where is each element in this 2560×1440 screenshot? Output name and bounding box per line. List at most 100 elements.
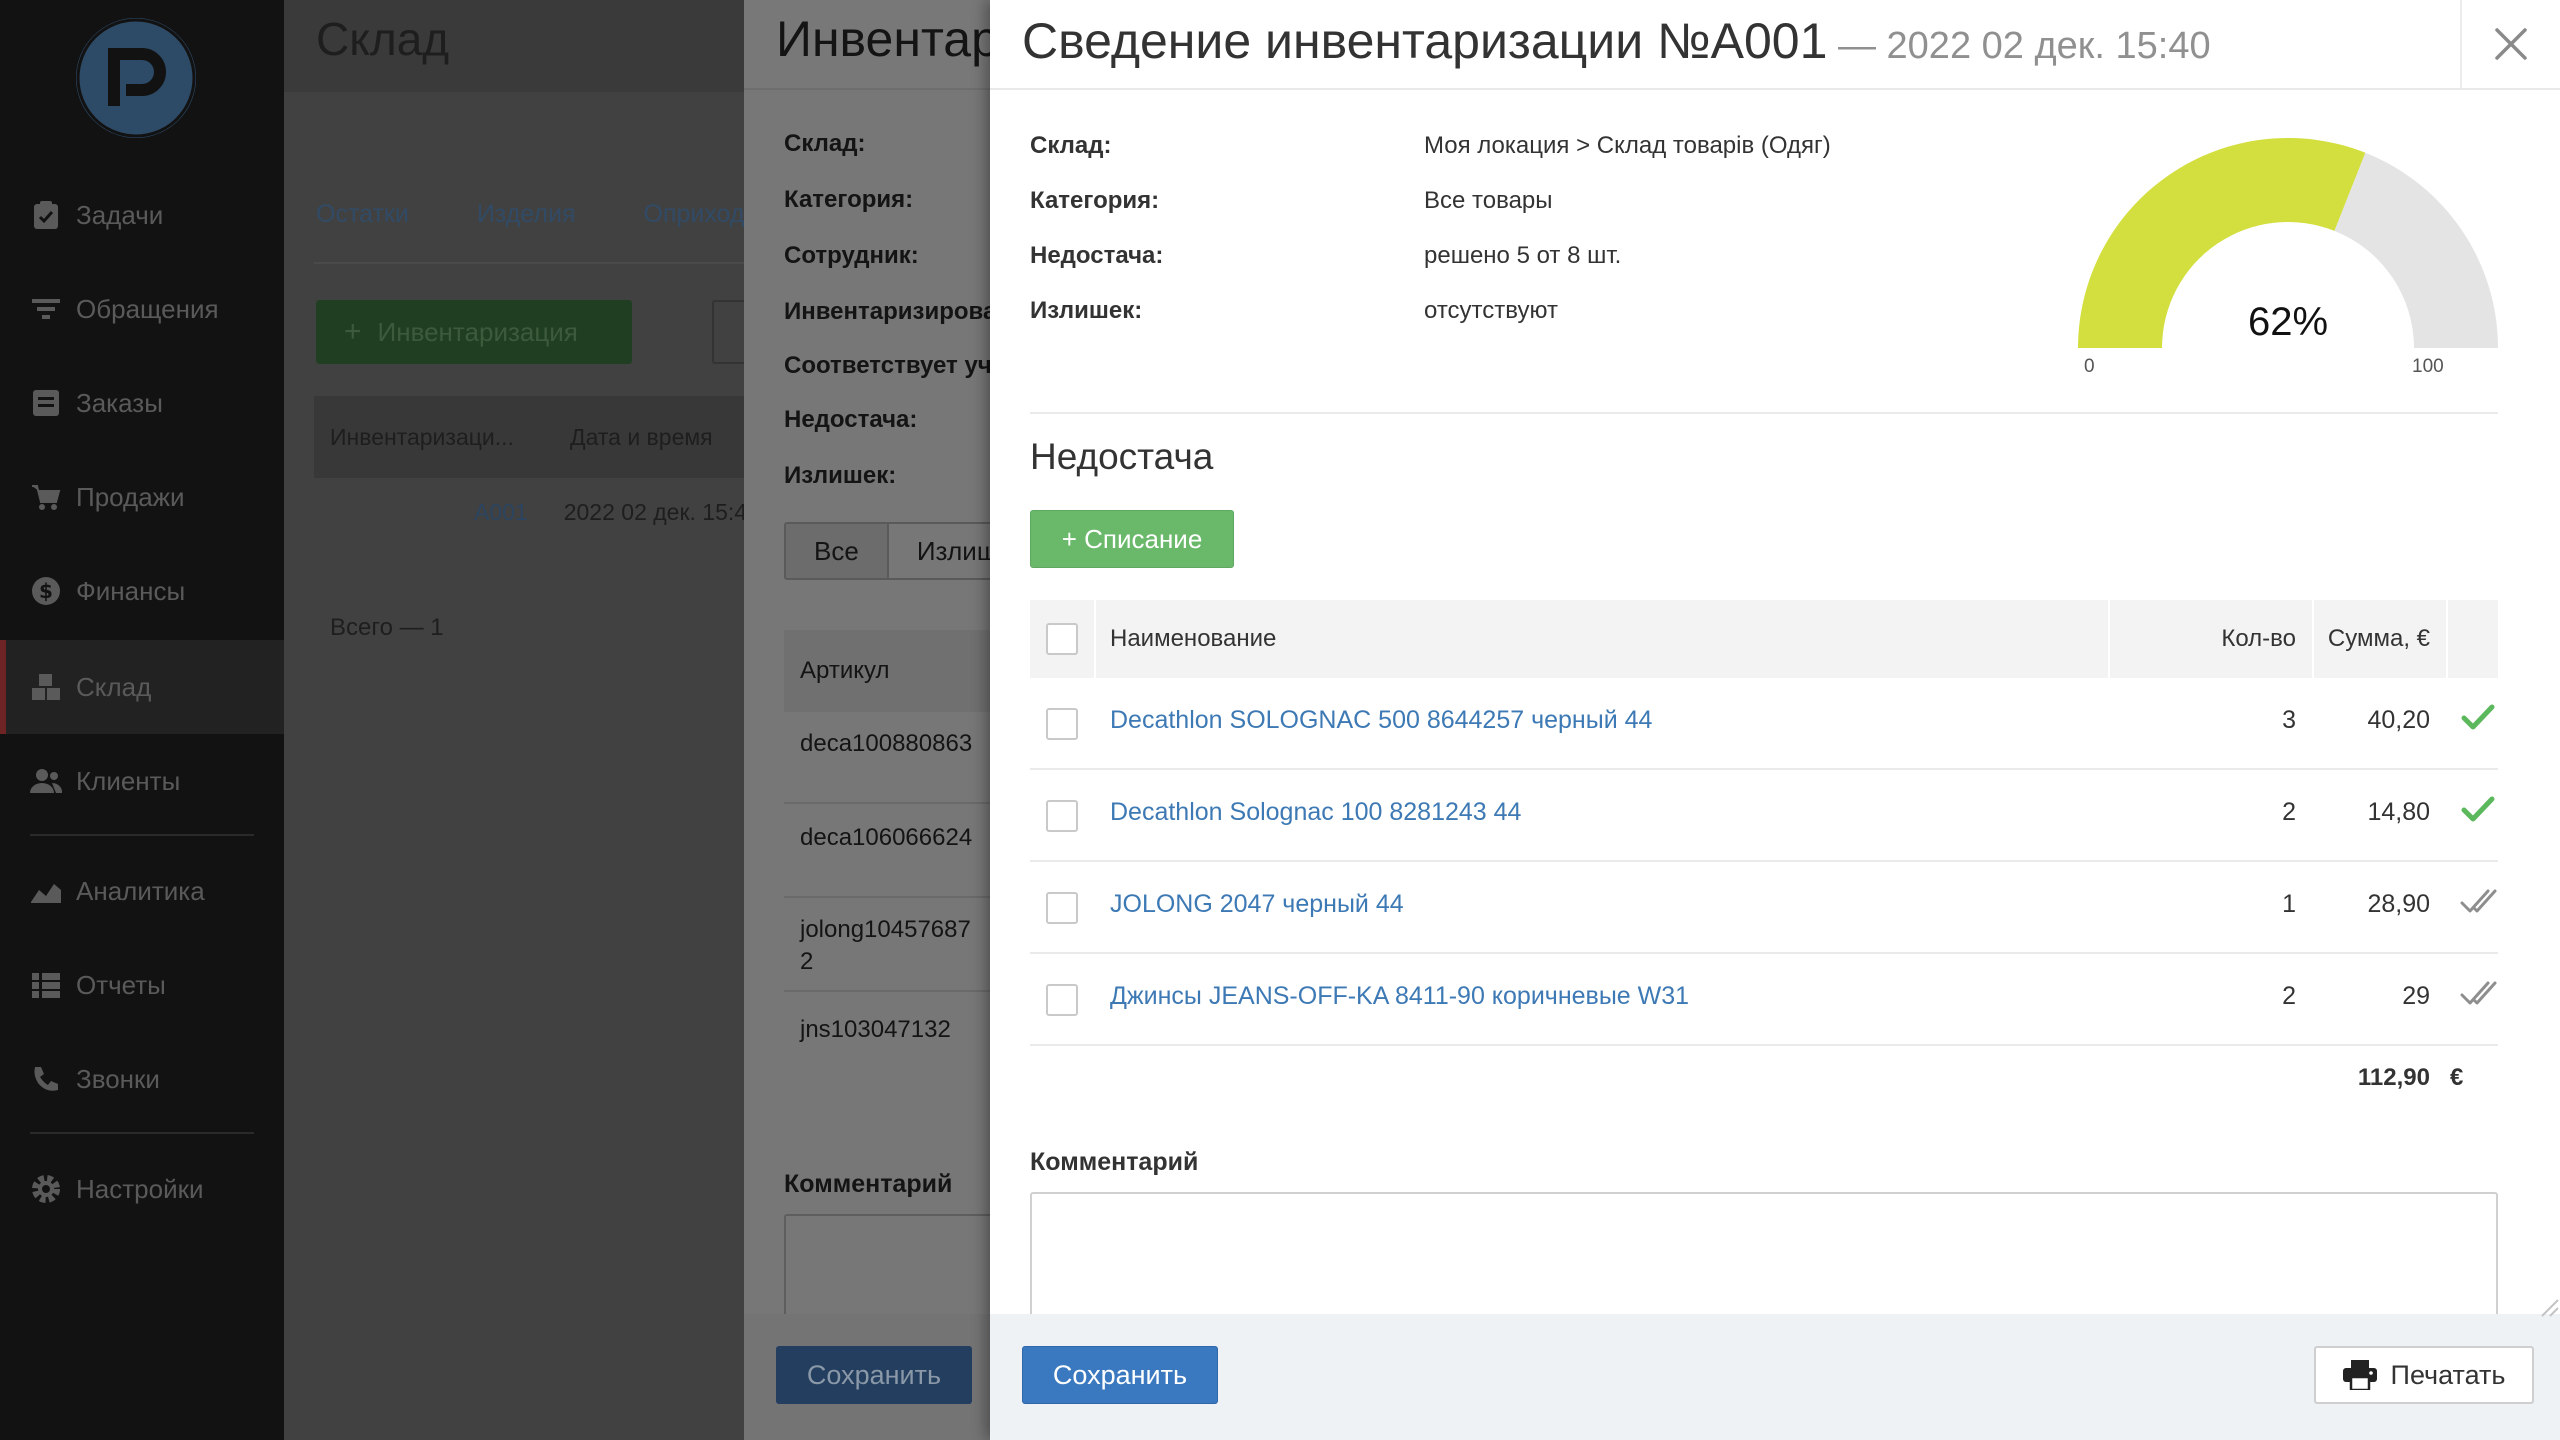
clipboard-icon xyxy=(28,197,64,233)
product-link[interactable]: JOLONG 2047 черный 44 xyxy=(1110,890,1404,919)
filter-surplus[interactable]: Излишек xyxy=(886,524,990,578)
column-header-qty[interactable]: Кол-во xyxy=(2122,600,2296,678)
table-row[interactable]: Джинсы JEANS-OFF-KA 8411-90 коричневые W… xyxy=(1030,954,2498,1046)
nav-item-requests[interactable]: Обращения xyxy=(0,262,284,356)
nav-item-sales[interactable]: Продажи xyxy=(0,450,284,544)
add-inventory-button[interactable]: + Инвентаризация xyxy=(316,300,632,364)
product-link[interactable]: Decathlon SOLOGNAC 500 8644257 черный 44 xyxy=(1110,706,1652,735)
app-logo[interactable] xyxy=(76,18,196,138)
nav-item-settings[interactable]: Настройки xyxy=(0,1142,284,1236)
panel-title: Инвентаризация xyxy=(776,11,990,67)
nav-item-label: Звонки xyxy=(76,1063,160,1094)
tab-stock[interactable]: Остатки xyxy=(316,200,409,229)
info-row-shortage: Недостача: решено 5 от 8 шт. xyxy=(1030,236,1621,276)
column-header-name[interactable]: Наименование xyxy=(1110,600,1276,678)
info-label: Склад: xyxy=(1030,132,1112,159)
product-link[interactable]: Джинсы JEANS-OFF-KA 8411-90 коричневые W… xyxy=(1110,982,1689,1011)
resize-handle[interactable] xyxy=(2538,1296,2560,1318)
comment-label: Комментарий xyxy=(1030,1148,1199,1176)
gauge-percentage: 62% xyxy=(2247,300,2329,344)
save-button[interactable]: Сохранить xyxy=(776,1346,972,1404)
column-header-datetime[interactable]: Дата и время xyxy=(554,424,713,451)
chart-icon xyxy=(28,873,64,909)
total-value: 112,90 xyxy=(2357,1064,2430,1091)
info-value: Все товары xyxy=(1424,187,1553,214)
nav-item-label: Заказы xyxy=(76,387,163,418)
resolved-check-icon[interactable] xyxy=(2460,792,2496,835)
modal-footer: Сохранить Печатать xyxy=(990,1314,2560,1440)
unresolved-double-check-icon[interactable] xyxy=(2460,884,2498,927)
inventory-datetime: 2022 02 дек. 15:40 xyxy=(563,498,744,525)
progress-gauge: 62% 0 100 xyxy=(2068,130,2508,400)
column-header-inventory[interactable]: Инвентаризаци... xyxy=(314,424,554,451)
save-button[interactable]: Сохранить xyxy=(1022,1346,1218,1404)
panel-footer: Сохранить xyxy=(744,1314,990,1440)
users-icon xyxy=(28,763,64,799)
column-header-sku[interactable]: Артикул xyxy=(784,630,990,712)
tab-products[interactable]: Изделия xyxy=(477,200,576,229)
printer-icon xyxy=(2342,1360,2377,1390)
nav-divider xyxy=(30,834,254,836)
close-button[interactable] xyxy=(2460,0,2560,88)
gauge-max-label: 100 xyxy=(2412,356,2444,377)
modal-header: Сведение инвентаризации №A001 — 2022 02 … xyxy=(990,0,2560,90)
row-checkbox[interactable] xyxy=(1046,892,1078,924)
column-separator xyxy=(2446,600,2448,678)
modal-subtitle: — 2022 02 дек. 15:40 xyxy=(1827,25,2211,67)
table-row[interactable]: A001 2022 02 дек. 15:40 xyxy=(314,486,744,538)
info-label: Недостача: xyxy=(1030,242,1164,269)
writeoff-button[interactable]: + Списание xyxy=(1030,510,1234,568)
print-button[interactable]: Печатать xyxy=(2314,1346,2534,1404)
table-row[interactable]: Decathlon Solognac 100 8281243 44 2 14,8… xyxy=(1030,770,2498,862)
column-separator xyxy=(2108,600,2110,678)
filter-segment: Все Излишек xyxy=(784,522,990,580)
table-row[interactable]: Decathlon SOLOGNAC 500 8644257 черный 44… xyxy=(1030,678,2498,770)
sum-cell: 40,20 xyxy=(2367,706,2430,734)
cart-icon xyxy=(28,479,64,515)
nav-item-analytics[interactable]: Аналитика xyxy=(0,844,284,938)
nav-item-label: Склад xyxy=(76,671,152,702)
add-inventory-label: Инвентаризация xyxy=(377,316,578,347)
row-checkbox[interactable] xyxy=(1046,708,1078,740)
tab-receipts[interactable]: Оприходования xyxy=(643,200,744,229)
inventory-summary-modal: Сведение инвентаризации №A001 — 2022 02 … xyxy=(990,0,2560,1440)
tabs-divider xyxy=(314,262,744,264)
list-icon xyxy=(28,967,64,1003)
quantity-cell: 3 xyxy=(2282,706,2296,734)
orders-icon xyxy=(28,385,64,421)
nav-item-label: Финансы xyxy=(76,575,186,606)
field-label-surplus: Излишек: xyxy=(784,462,897,489)
gear-icon xyxy=(28,1171,64,1207)
nav-item-warehouse[interactable]: Склад xyxy=(0,640,284,734)
nav-item-orders[interactable]: Заказы xyxy=(0,356,284,450)
nav-item-calls[interactable]: Звонки xyxy=(0,1032,284,1126)
row-checkbox[interactable] xyxy=(1046,984,1078,1016)
comment-textarea[interactable] xyxy=(1030,1192,2498,1322)
nav-item-finance[interactable]: $ Финансы xyxy=(0,544,284,638)
select-all-checkbox[interactable] xyxy=(1046,623,1078,655)
column-separator xyxy=(1094,600,1096,678)
product-link[interactable]: Decathlon Solognac 100 8281243 44 xyxy=(1110,798,1521,827)
nav-item-tasks[interactable]: Задачи xyxy=(0,168,284,262)
info-row-surplus: Излишек: отсутствуют xyxy=(1030,291,1558,331)
nav-item-label: Настройки xyxy=(76,1173,204,1204)
page-tabs: Остатки Изделия Оприходования xyxy=(316,200,744,229)
section-divider xyxy=(1030,412,2498,414)
filter-all[interactable]: Все xyxy=(786,524,887,578)
row-checkbox[interactable] xyxy=(1046,800,1078,832)
page-header: Склад xyxy=(284,0,744,92)
nav-item-label: Отчеты xyxy=(76,969,166,1000)
table-row[interactable]: JOLONG 2047 черный 44 1 28,90 xyxy=(1030,862,2498,954)
page-title: Склад xyxy=(316,13,450,65)
resolved-check-icon[interactable] xyxy=(2460,700,2496,743)
nav-item-reports[interactable]: Отчеты xyxy=(0,938,284,1032)
row-divider xyxy=(784,990,990,992)
inventory-link[interactable]: A001 xyxy=(474,499,528,526)
sku-cell: deca100880863 xyxy=(800,730,973,757)
nav-item-clients[interactable]: Клиенты xyxy=(0,734,284,828)
options-button[interactable] xyxy=(712,300,744,364)
column-header-sum[interactable]: Сумма, € xyxy=(2320,600,2430,678)
unresolved-double-check-icon[interactable] xyxy=(2460,976,2498,1019)
total-currency: € xyxy=(2450,1064,2464,1091)
nav-divider xyxy=(30,1132,254,1134)
